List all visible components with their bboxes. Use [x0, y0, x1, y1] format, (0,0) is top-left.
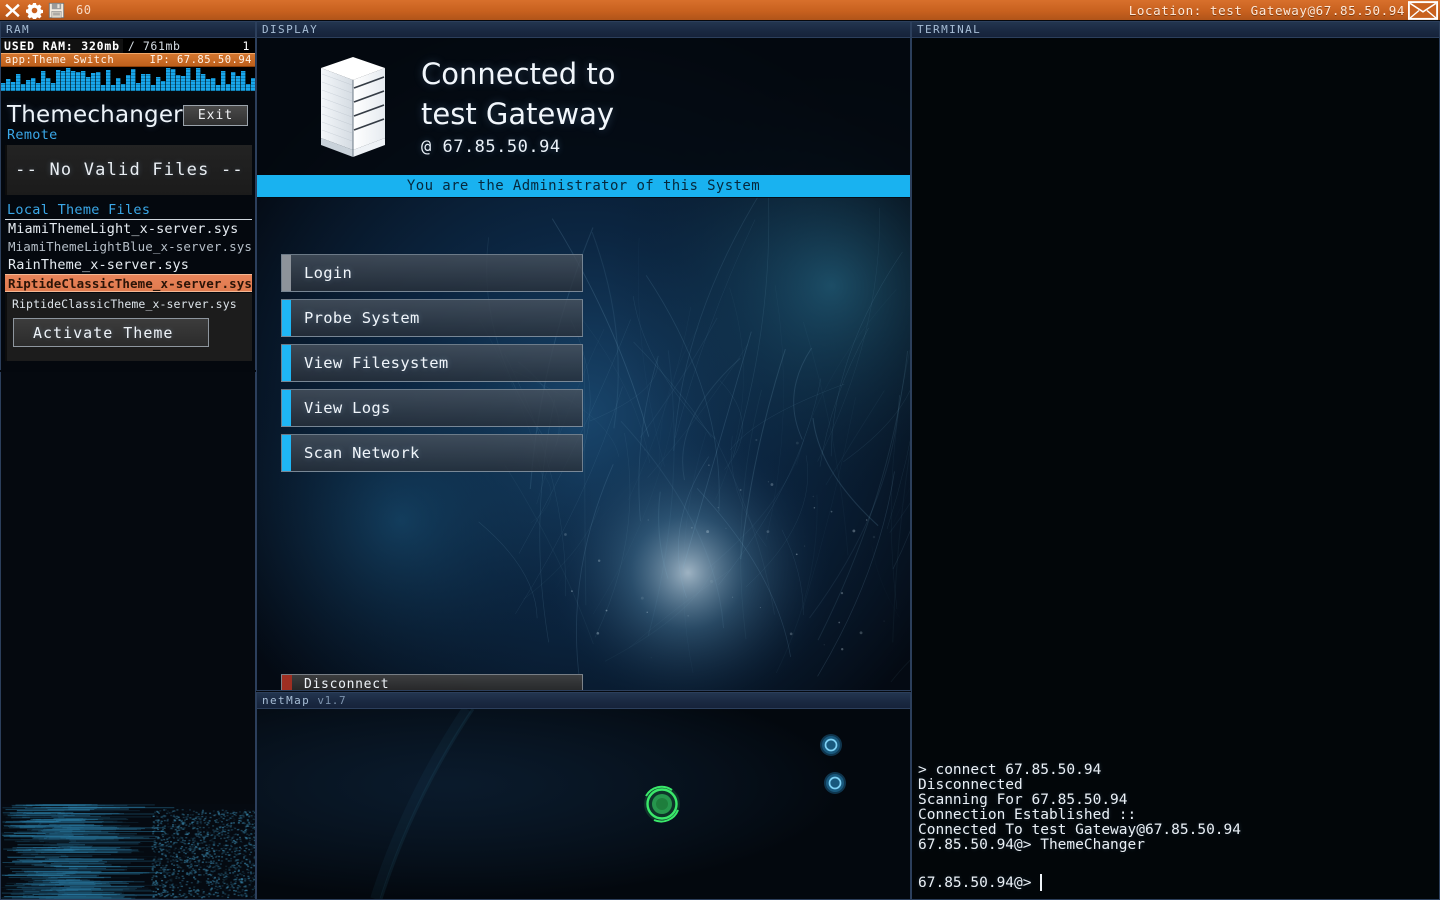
ram-process-count: 1: [242, 38, 250, 53]
connection-header: Connected to test Gateway @ 67.85.50.94: [257, 38, 910, 160]
menu-button-view-filesystem[interactable]: View Filesystem: [281, 344, 583, 382]
netmap-background: [257, 709, 910, 899]
local-section-label: Local Theme Files: [7, 202, 151, 218]
admin-status-banner: You are the Administrator of this System: [257, 175, 910, 197]
ram-total-label: / 761mb: [127, 38, 181, 53]
menu-accent-bar: [282, 390, 291, 426]
terminal-body[interactable]: > connect 67.85.50.94 Disconnected Scannin…: [912, 38, 1439, 899]
remote-section-label: Remote: [7, 127, 58, 143]
menu-button-scan-network[interactable]: Scan Network: [281, 434, 583, 472]
terminal-line: Connection Established ::: [918, 807, 1137, 823]
ram-panel: RAM USED RAM: 320mb / 761mb 1 app:Theme …: [0, 21, 256, 390]
save-icon[interactable]: [48, 2, 65, 19]
display-panel-title: DISPLAY: [257, 22, 910, 38]
menu-accent-bar: [282, 345, 291, 381]
menu-button-login[interactable]: Login: [281, 254, 583, 292]
location-label: Location: test Gateway@67.85.50.94: [1128, 2, 1405, 18]
menu-button-label: Login: [304, 264, 353, 282]
running-app-name: app:Theme Switch: [5, 54, 115, 66]
terminal-caret: [1039, 874, 1042, 891]
menu-button-view-logs[interactable]: View Logs: [281, 389, 583, 427]
theme-file-list: MiamiThemeLight_x-server.sys MiamiThemeLi…: [5, 219, 252, 292]
menu-button-label: Scan Network: [304, 444, 420, 462]
netmap-title-label: netMap: [262, 694, 311, 707]
window-controls: [0, 2, 65, 19]
netmap-node-current[interactable]: [644, 785, 680, 823]
ram-bar-graph: [1, 67, 255, 91]
theme-file-row[interactable]: MiamiThemeLightBlue_x-server.sys: [5, 238, 252, 256]
data-stream-decoration: [1, 804, 255, 899]
themechanger-header: Themechanger Exit: [1, 97, 255, 128]
app-root: 60 Location: test Gateway@67.85.50.94 RA…: [0, 0, 1440, 900]
top-bar: 60 Location: test Gateway@67.85.50.94: [0, 0, 1440, 20]
ram-usage-row: USED RAM: 320mb / 761mb 1: [1, 38, 255, 53]
left-decoration-panel: [0, 372, 256, 900]
menu-button-label: View Filesystem: [304, 354, 449, 372]
terminal-prompt: 67.85.50.94@>: [918, 874, 1032, 891]
netmap-panel: netMap v1.7: [256, 692, 911, 900]
menu-accent-bar: [282, 255, 291, 291]
menu-accent-bar: [282, 300, 291, 336]
display-panel-body: Connected to test Gateway @ 67.85.50.94 …: [257, 38, 910, 690]
connected-to-line: Connected to: [421, 57, 616, 91]
remote-files-box: -- No Valid Files --: [5, 145, 252, 195]
terminal-line: Connected To test Gateway@67.85.50.94: [918, 822, 1242, 838]
server-tower-icon: [321, 57, 385, 157]
terminal-output: > connect 67.85.50.94 Disconnected Scannin…: [918, 763, 1241, 853]
display-panel: DISPLAY Connected to test Gateway @ 67.8…: [256, 21, 911, 691]
menu-accent-bar: [282, 435, 291, 471]
exit-button[interactable]: Exit: [182, 104, 249, 126]
gateway-name-line: test Gateway: [421, 97, 615, 131]
theme-file-row[interactable]: MiamiThemeLight_x-server.sys: [5, 220, 252, 238]
terminal-line: Disconnected: [918, 777, 1023, 793]
running-app-row[interactable]: app:Theme Switch IP: 67.85.50.94: [1, 53, 255, 67]
system-action-menu: Login Probe System View Filesystem View Log…: [281, 254, 583, 479]
activate-theme-button[interactable]: Activate Theme: [13, 318, 209, 347]
netmap-panel-title: netMap v1.7: [257, 693, 910, 709]
netmap-version: v1.7: [310, 694, 347, 707]
theme-file-row[interactable]: RainTheme_x-server.sys: [5, 256, 252, 274]
theme-file-row[interactable]: RiptideClassicTheme_x-server.sys: [5, 274, 252, 292]
remote-empty-message: -- No Valid Files --: [15, 160, 244, 180]
menu-button-label: View Logs: [304, 399, 391, 417]
connection-text: Connected to test Gateway @ 67.85.50.94: [391, 54, 616, 160]
disconnect-button[interactable]: Disconnect: [281, 674, 583, 690]
netmap-body[interactable]: [257, 709, 910, 899]
close-icon[interactable]: [4, 2, 21, 19]
disconnect-label: Disconnect: [304, 676, 390, 691]
terminal-panel: TERMINAL > connect 67.85.50.94 Disconnect…: [911, 21, 1440, 900]
running-app-ip: IP: 67.85.50.94: [149, 54, 252, 66]
netmap-node-remote[interactable]: [824, 772, 846, 794]
ram-used-label: USED RAM: 320mb: [1, 38, 123, 53]
disconnect-accent-bar: [282, 675, 292, 690]
ram-panel-title: RAM: [1, 22, 255, 38]
terminal-panel-title: TERMINAL: [912, 22, 1439, 38]
fps-counter: 60: [76, 3, 92, 17]
themechanger-title: Themechanger: [7, 102, 183, 128]
selected-theme-name: RiptideClassicTheme_x-server.sys: [12, 297, 237, 311]
terminal-input-row[interactable]: 67.85.50.94@>: [918, 874, 1042, 891]
gateway-ip-line: @ 67.85.50.94: [421, 137, 561, 157]
menu-button-label: Probe System: [304, 309, 420, 327]
terminal-line: Scanning For 67.85.50.94: [918, 792, 1128, 808]
mail-icon[interactable]: [1408, 0, 1438, 20]
terminal-line: > connect 67.85.50.94: [918, 762, 1102, 778]
activate-theme-label: Activate Theme: [33, 323, 174, 342]
netmap-node-remote[interactable]: [820, 734, 842, 756]
gear-icon[interactable]: [26, 2, 43, 19]
terminal-line: 67.85.50.94@> ThemeChanger: [918, 837, 1145, 853]
themechanger-app: Themechanger Exit Remote -- No Valid Fil…: [1, 97, 255, 390]
theme-detail-box: RiptideClassicTheme_x-server.sys Activat…: [5, 293, 252, 361]
menu-button-probe-system[interactable]: Probe System: [281, 299, 583, 337]
location-indicator: Location: test Gateway@67.85.50.94: [1128, 0, 1440, 20]
